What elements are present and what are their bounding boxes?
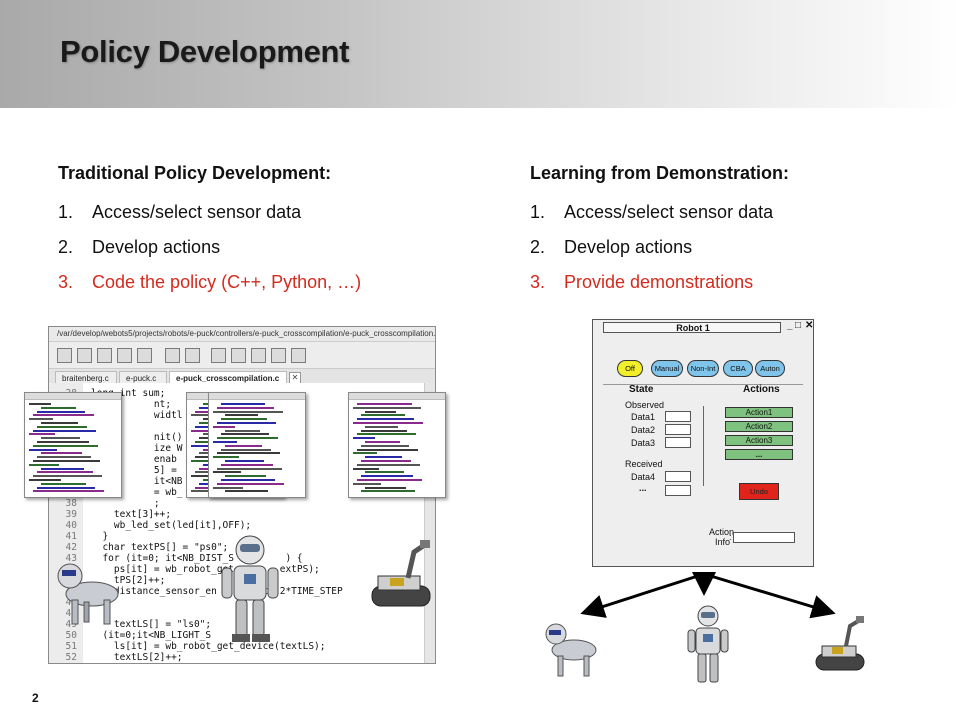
robot-humanoid-image: [687, 605, 729, 683]
page-number: 2: [32, 691, 39, 705]
robot-tracked-image: [815, 616, 865, 671]
robot-dog-image: [57, 563, 119, 625]
robot-humanoid-image: [221, 535, 279, 642]
illustration-overlay: [57, 535, 865, 683]
robot-tracked-image: [371, 540, 431, 607]
robot-dog-image: [545, 623, 597, 677]
